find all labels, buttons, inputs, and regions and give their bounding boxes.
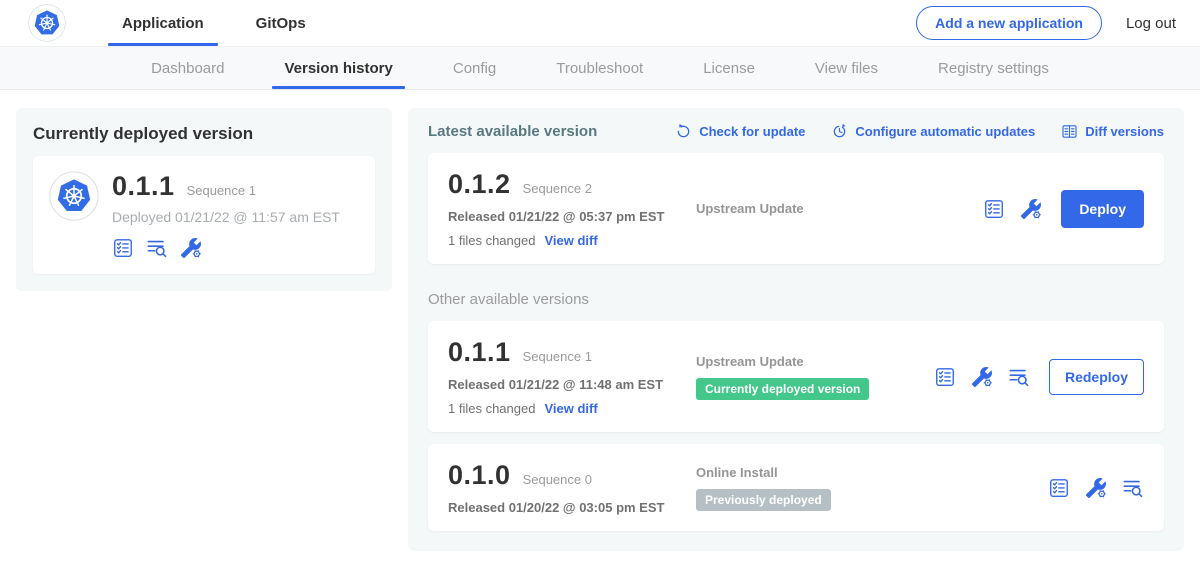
subnav-item-dashboard[interactable]: Dashboard	[121, 47, 254, 89]
subnav-item-config[interactable]: Config	[423, 47, 526, 89]
tab-gitops[interactable]: GitOps	[230, 0, 332, 46]
subnav-item-view-files[interactable]: View files	[785, 47, 908, 89]
header-tabs: ApplicationGitOps	[96, 0, 332, 46]
subnav-item-registry-settings[interactable]: Registry settings	[908, 47, 1079, 89]
subnav-item-license[interactable]: License	[673, 47, 785, 89]
subnav-item-troubleshoot[interactable]: Troubleshoot	[526, 47, 673, 89]
tab-application[interactable]: Application	[96, 0, 230, 46]
subnav: DashboardVersion historyConfigTroublesho…	[0, 46, 1200, 90]
subnav-item-version-history[interactable]: Version history	[254, 47, 422, 89]
